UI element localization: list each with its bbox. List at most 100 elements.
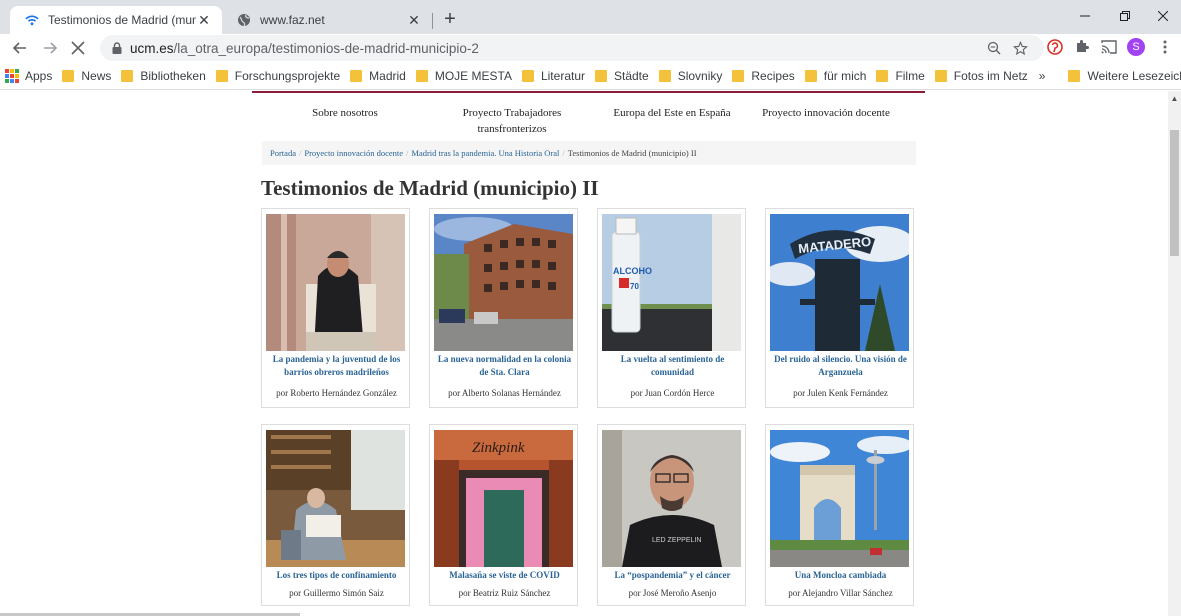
nav-europa-del-este[interactable]: Europa del Este en España (602, 105, 742, 121)
pinterest-extension-icon[interactable] (1046, 38, 1064, 56)
bookmark-folder-slovniky[interactable]: Slovniky (654, 65, 728, 87)
bookmark-label: Madrid (369, 69, 406, 83)
bookmark-folder-fotos-im-netz[interactable]: Fotos im Netz (930, 65, 1033, 87)
cast-icon[interactable] (1100, 38, 1118, 56)
bookmark-label: Forschungsprojekte (234, 69, 341, 83)
bookmark-folder-madrid[interactable]: Madrid (345, 65, 411, 87)
bookmark-folder-bibliotheken[interactable]: Bibliotheken (116, 65, 210, 87)
scrollbar-thumb[interactable] (1170, 130, 1179, 256)
folder-icon (934, 70, 947, 82)
testimony-card[interactable]: ALCOHO 70 La vuelta al sentimiento de co… (597, 208, 746, 408)
zoom-icon[interactable] (986, 40, 1002, 56)
profile-avatar[interactable]: S (1127, 38, 1145, 56)
bookmark-folder-filme[interactable]: Filme (871, 65, 929, 87)
bookmark-label: Städte (614, 69, 649, 83)
tab-strip: Testimonios de Madrid (municipio) ✕ www.… (0, 0, 1181, 34)
lock-icon[interactable] (110, 41, 124, 55)
testimony-card[interactable]: Una Moncloa cambiada por Alejandro Villa… (765, 424, 914, 606)
globe-icon (236, 12, 252, 28)
close-tab-icon[interactable]: ✕ (196, 12, 212, 28)
bookmark-folder-recipes[interactable]: Recipes (727, 65, 799, 87)
bookmark-label: Fotos im Netz (953, 69, 1028, 83)
url-host: ucm.es (130, 40, 174, 56)
testimony-author: por Julen Kenk Fernández (793, 388, 888, 398)
breadcrumb-link-madrid-pandemia[interactable]: Madrid tras la pandemia. Una Historia Or… (411, 148, 559, 158)
testimony-title-link[interactable]: La “pospandemia” y el cáncer (602, 569, 743, 582)
scroll-up-arrow-icon[interactable]: ▲ (1170, 95, 1179, 103)
testimony-title-link[interactable]: La nueva normalidad en la colonia de Sta… (434, 353, 575, 379)
bookmark-folder-fuer-mich[interactable]: für mich (800, 65, 872, 87)
apps-grid-icon (5, 69, 19, 83)
kebab-menu-icon[interactable] (1156, 38, 1174, 56)
close-tab-icon[interactable]: ✕ (406, 12, 422, 28)
page-title: Testimonios de Madrid (municipio) II (261, 176, 599, 200)
testimony-photo[interactable]: ALCOHO 70 (602, 214, 741, 351)
profile-initial: S (1127, 38, 1145, 56)
testimony-title-link[interactable]: Los tres tipos de confinamiento (266, 569, 407, 582)
breadcrumb-link-portada[interactable]: Portada (270, 148, 296, 158)
testimony-card[interactable]: LED ZEPPELIN La “pospandemia” y el cánce… (597, 424, 746, 606)
svg-text:Zinkpink: Zinkpink (472, 440, 525, 456)
testimony-author: por José Meroño Asenjo (628, 588, 717, 598)
bookmark-label: Filme (895, 69, 925, 83)
testimony-photo[interactable] (770, 430, 909, 567)
bookmarks-bar: Apps News Bibliotheken Forschungsprojekt… (0, 63, 1181, 90)
extensions-puzzle-icon[interactable] (1073, 38, 1091, 56)
testimony-title-link[interactable]: Una Moncloa cambiada (770, 569, 911, 582)
testimony-photo[interactable]: Zinkpink (434, 430, 573, 567)
bookmark-folder-weitere-lesezeichen[interactable]: Weitere Lesezeichen (1063, 65, 1181, 87)
site-favicon-icon (24, 12, 40, 28)
testimony-title-link[interactable]: La pandemia y la juventud de los barrios… (266, 353, 407, 379)
bookmark-label: Literatur (540, 69, 585, 83)
back-arrow-icon[interactable] (8, 36, 32, 60)
folder-icon (1068, 70, 1081, 82)
new-tab-button[interactable]: + (438, 8, 462, 32)
testimony-author: por Alejandro Villar Sánchez (788, 588, 893, 598)
nav-sobre-nosotros[interactable]: Sobre nosotros (290, 105, 400, 121)
testimony-title-link[interactable]: La vuelta al sentimiento de comunidad (602, 353, 743, 379)
testimony-card[interactable]: Zinkpink Malasaña se viste de COVID por … (429, 424, 578, 606)
testimony-card[interactable]: La pandemia y la juventud de los barrios… (261, 208, 410, 408)
svg-text:70: 70 (630, 282, 639, 291)
bookmark-label: MOJE MESTA (434, 69, 512, 83)
bookmarks-overflow-button[interactable]: » (1039, 69, 1046, 83)
testimony-photo[interactable]: MATADERO (770, 214, 909, 351)
tab-faz[interactable]: www.faz.net ✕ (222, 6, 432, 34)
testimony-photo[interactable]: LED ZEPPELIN (602, 430, 741, 567)
bookmark-folder-forschungsprojekte[interactable]: Forschungsprojekte (211, 65, 345, 87)
testimony-title-link[interactable]: Malasaña se viste de COVID (434, 569, 575, 582)
folder-icon (121, 70, 134, 82)
folder-icon (595, 70, 607, 82)
browser-toolbar: ucm.es/la_otra_europa/testimonios-de-mad… (0, 34, 1181, 62)
stop-loading-icon[interactable] (66, 36, 90, 60)
close-window-icon[interactable] (1140, 0, 1181, 32)
testimony-title-link[interactable]: Del ruido al silencio. Una visión de Arg… (770, 353, 911, 379)
bookmark-folder-staedte[interactable]: Städte (590, 65, 654, 87)
testimony-photo[interactable] (434, 214, 573, 351)
page-viewport: Sobre nosotros Proyecto Trabajadores tra… (0, 91, 1168, 616)
bookmark-apps[interactable]: Apps (0, 65, 57, 87)
tab-testimonios[interactable]: Testimonios de Madrid (municipio) ✕ (10, 6, 222, 34)
bookmark-star-icon[interactable] (1012, 40, 1028, 56)
testimony-author: por Guillermo Simón Saiz (289, 588, 384, 598)
bookmark-folder-literatur[interactable]: Literatur (517, 65, 590, 87)
breadcrumb-current: Testimonios de Madrid (municipio) II (567, 148, 697, 158)
testimony-card[interactable]: MATADERO Del ruido al silencio. Una visi… (765, 208, 914, 408)
forward-arrow-icon[interactable] (38, 36, 62, 60)
bookmark-label: Weitere Lesezeichen (1087, 69, 1181, 83)
bookmark-folder-moje-mesta[interactable]: MOJE MESTA (411, 65, 517, 87)
bookmark-folder-news[interactable]: News (57, 65, 116, 87)
nav-proyecto-trabajadores[interactable]: Proyecto Trabajadores transfronterizos (442, 105, 582, 137)
testimony-author: por Alberto Solanas Hernández (448, 388, 561, 398)
testimony-photo[interactable] (266, 430, 405, 567)
testimony-photo[interactable] (266, 214, 405, 351)
address-bar[interactable]: ucm.es/la_otra_europa/testimonios-de-mad… (100, 35, 1044, 61)
breadcrumb-link-innovacion[interactable]: Proyecto innovación docente (304, 148, 403, 158)
testimony-card[interactable]: Los tres tipos de confinamiento por Guil… (261, 424, 410, 606)
folder-icon (732, 70, 745, 82)
nav-proyecto-innovacion[interactable]: Proyecto innovación docente (752, 105, 900, 121)
testimony-author: por Roberto Hernández González (276, 388, 397, 398)
bookmark-label: News (81, 69, 112, 83)
bookmark-label: Apps (25, 69, 53, 83)
testimony-card[interactable]: La nueva normalidad en la colonia de Sta… (429, 208, 578, 408)
